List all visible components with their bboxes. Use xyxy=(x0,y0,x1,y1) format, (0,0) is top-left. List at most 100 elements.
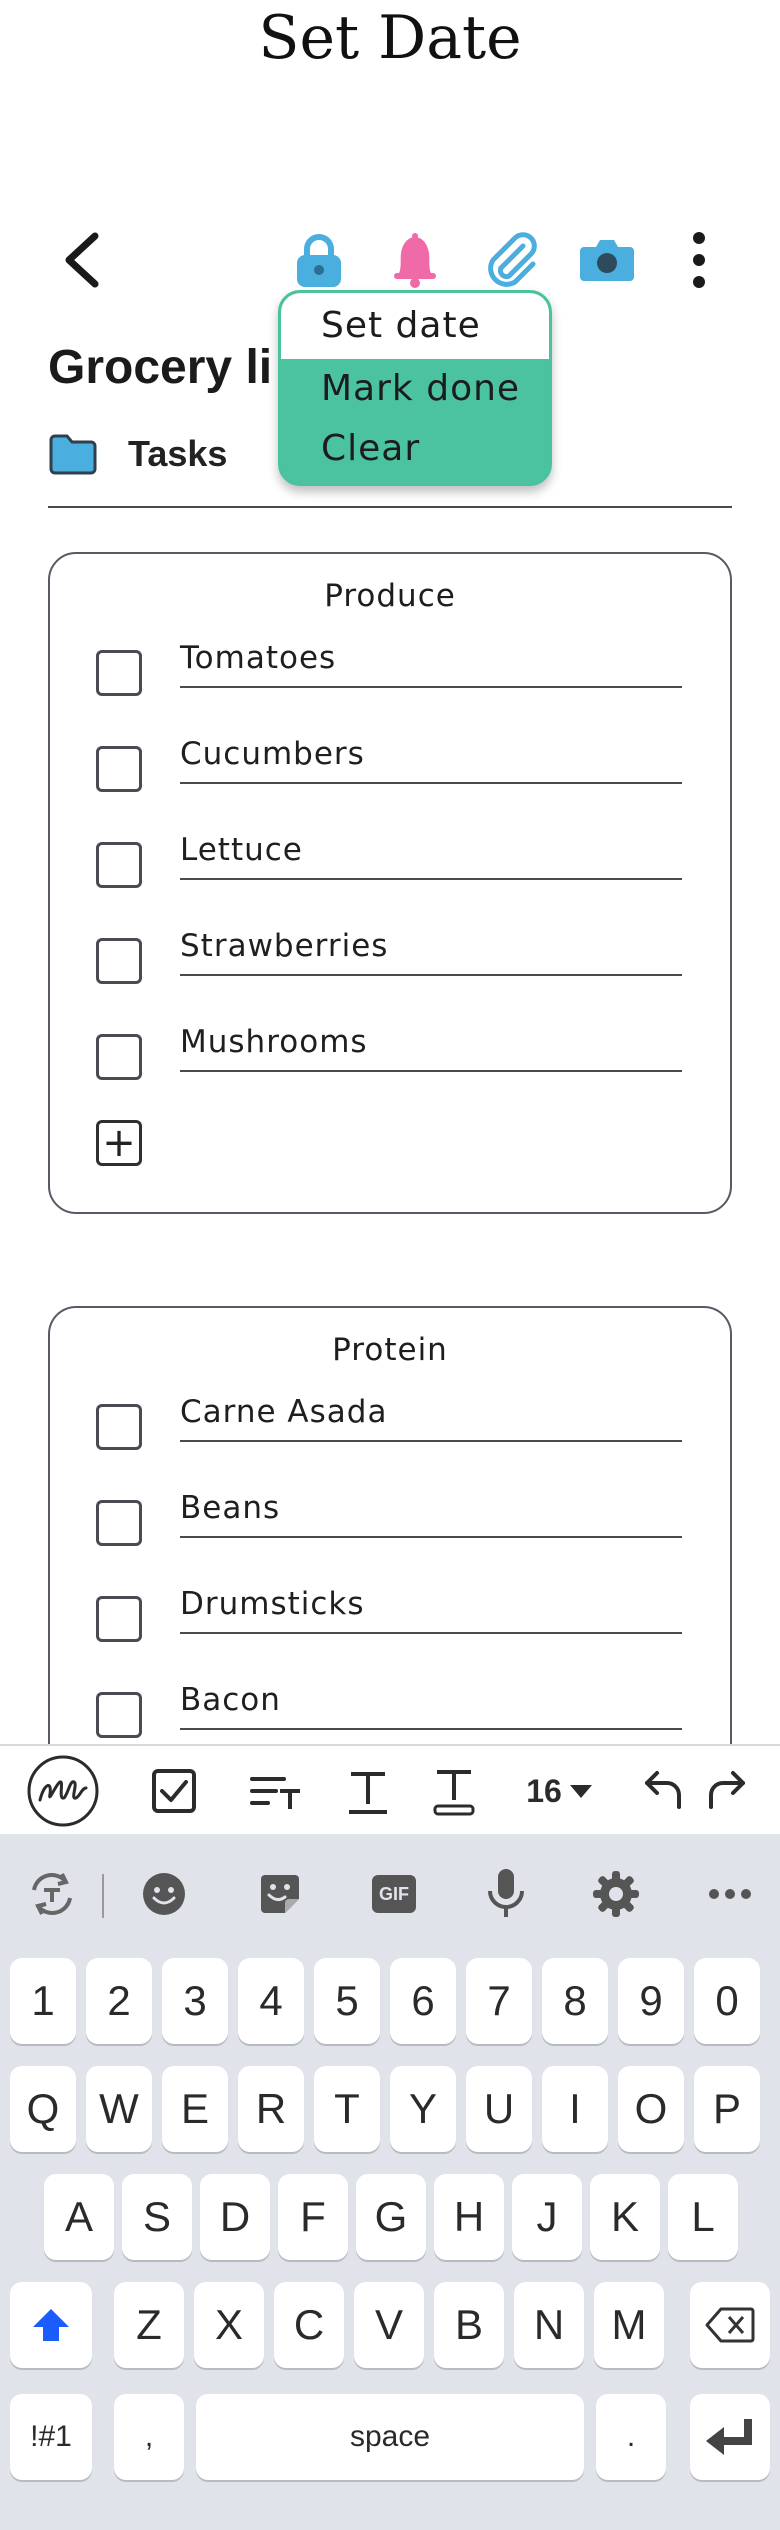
space-key[interactable]: space xyxy=(196,2394,584,2480)
key-p[interactable]: P xyxy=(694,2066,760,2152)
symbols-key[interactable]: !#1 xyxy=(10,2394,92,2480)
item-text[interactable]: Tomatoes xyxy=(180,630,682,688)
key-x[interactable]: X xyxy=(194,2282,264,2368)
lock-button[interactable] xyxy=(284,225,354,295)
item-text[interactable]: Cucumbers xyxy=(180,726,682,784)
folder-selector[interactable]: Tasks xyxy=(48,424,227,484)
list-item: Tomatoes xyxy=(50,624,734,720)
key-e[interactable]: E xyxy=(162,2066,228,2152)
key-a[interactable]: A xyxy=(44,2174,114,2260)
item-text[interactable]: Carne Asada xyxy=(180,1384,682,1442)
keyboard-more-button[interactable] xyxy=(700,1864,760,1924)
key-d[interactable]: D xyxy=(200,2174,270,2260)
folder-label: Tasks xyxy=(128,433,228,474)
toolbar-divider xyxy=(102,1874,104,1918)
more-button[interactable] xyxy=(664,225,734,295)
translate-icon xyxy=(32,1873,72,1915)
note-title[interactable]: Grocery li xyxy=(48,340,278,395)
key-r[interactable]: R xyxy=(238,2066,304,2152)
key-v[interactable]: V xyxy=(354,2282,424,2368)
list-item: Strawberries xyxy=(50,912,734,1008)
shift-key[interactable] xyxy=(10,2282,92,2368)
key-1[interactable]: 1 xyxy=(10,1958,76,2044)
enter-key[interactable] xyxy=(690,2394,770,2480)
sticker-button[interactable] xyxy=(250,1864,310,1924)
back-button[interactable] xyxy=(46,225,116,295)
key-4[interactable]: 4 xyxy=(238,1958,304,2044)
lock-icon xyxy=(297,234,341,287)
comma-key[interactable]: , xyxy=(114,2394,184,2480)
backspace-key[interactable] xyxy=(690,2282,770,2368)
font-size-dropdown[interactable]: 16 xyxy=(520,1756,600,1826)
item-text[interactable]: Bacon xyxy=(180,1672,682,1730)
reminder-button[interactable] xyxy=(380,225,450,295)
item-text[interactable]: Lettuce xyxy=(180,822,682,880)
emoji-icon xyxy=(143,1873,185,1915)
checkbox-icon xyxy=(152,1769,196,1813)
voice-input-button[interactable] xyxy=(476,1864,536,1924)
key-j[interactable]: J xyxy=(512,2174,582,2260)
key-c[interactable]: C xyxy=(274,2282,344,2368)
checkbox-button[interactable] xyxy=(146,1756,202,1826)
period-key[interactable]: . xyxy=(596,2394,666,2480)
item-text[interactable]: Beans xyxy=(180,1480,682,1538)
redo-button[interactable] xyxy=(700,1756,756,1826)
key-2[interactable]: 2 xyxy=(86,1958,152,2044)
checkbox[interactable] xyxy=(96,1596,142,1642)
key-z[interactable]: Z xyxy=(114,2282,184,2368)
chevron-down-icon xyxy=(569,1785,592,1798)
translate-button[interactable] xyxy=(22,1864,82,1924)
item-text[interactable]: Drumsticks xyxy=(180,1576,682,1634)
section-title: Protein xyxy=(332,1332,448,1368)
checkbox[interactable] xyxy=(96,1034,142,1080)
menu-item-mark-done[interactable]: Mark done xyxy=(281,359,549,419)
checkbox[interactable] xyxy=(96,1404,142,1450)
keyboard-settings-button[interactable] xyxy=(586,1864,646,1924)
text-format-button[interactable] xyxy=(342,1756,394,1826)
checkbox[interactable] xyxy=(96,1500,142,1546)
menu-item-clear[interactable]: Clear xyxy=(281,419,549,479)
redo-icon xyxy=(709,1771,745,1809)
checkbox[interactable] xyxy=(96,938,142,984)
key-i[interactable]: I xyxy=(542,2066,608,2152)
handwriting-button[interactable] xyxy=(24,1755,102,1827)
key-q[interactable]: Q xyxy=(10,2066,76,2152)
camera-button[interactable] xyxy=(572,225,642,295)
add-item-button[interactable]: + xyxy=(96,1120,142,1166)
key-u[interactable]: U xyxy=(466,2066,532,2152)
key-g[interactable]: G xyxy=(356,2174,426,2260)
undo-button[interactable] xyxy=(634,1756,690,1826)
checkbox[interactable] xyxy=(96,650,142,696)
item-text[interactable]: Mushrooms xyxy=(180,1014,682,1072)
key-8[interactable]: 8 xyxy=(542,1958,608,2044)
key-b[interactable]: B xyxy=(434,2282,504,2368)
emoji-button[interactable] xyxy=(134,1864,194,1924)
key-s[interactable]: S xyxy=(122,2174,192,2260)
key-0[interactable]: 0 xyxy=(694,1958,760,2044)
key-w[interactable]: W xyxy=(86,2066,152,2152)
camera-icon xyxy=(580,240,634,281)
key-6[interactable]: 6 xyxy=(390,1958,456,2044)
key-n[interactable]: N xyxy=(514,2282,584,2368)
gif-button[interactable]: GIF xyxy=(364,1864,424,1924)
text-highlight-button[interactable] xyxy=(428,1756,480,1826)
key-o[interactable]: O xyxy=(618,2066,684,2152)
key-f[interactable]: F xyxy=(278,2174,348,2260)
attach-button[interactable] xyxy=(476,225,546,295)
checkbox[interactable] xyxy=(96,1692,142,1738)
key-3[interactable]: 3 xyxy=(162,1958,228,2044)
key-9[interactable]: 9 xyxy=(618,1958,684,2044)
key-l[interactable]: L xyxy=(668,2174,738,2260)
key-y[interactable]: Y xyxy=(390,2066,456,2152)
item-text[interactable]: Strawberries xyxy=(180,918,682,976)
key-m[interactable]: M xyxy=(594,2282,664,2368)
key-h[interactable]: H xyxy=(434,2174,504,2260)
checkbox[interactable] xyxy=(96,842,142,888)
menu-item-set-date[interactable]: Set date xyxy=(281,293,549,359)
key-7[interactable]: 7 xyxy=(466,1958,532,2044)
key-k[interactable]: K xyxy=(590,2174,660,2260)
checkbox[interactable] xyxy=(96,746,142,792)
text-style-button[interactable] xyxy=(246,1756,306,1826)
key-t[interactable]: T xyxy=(314,2066,380,2152)
key-5[interactable]: 5 xyxy=(314,1958,380,2044)
